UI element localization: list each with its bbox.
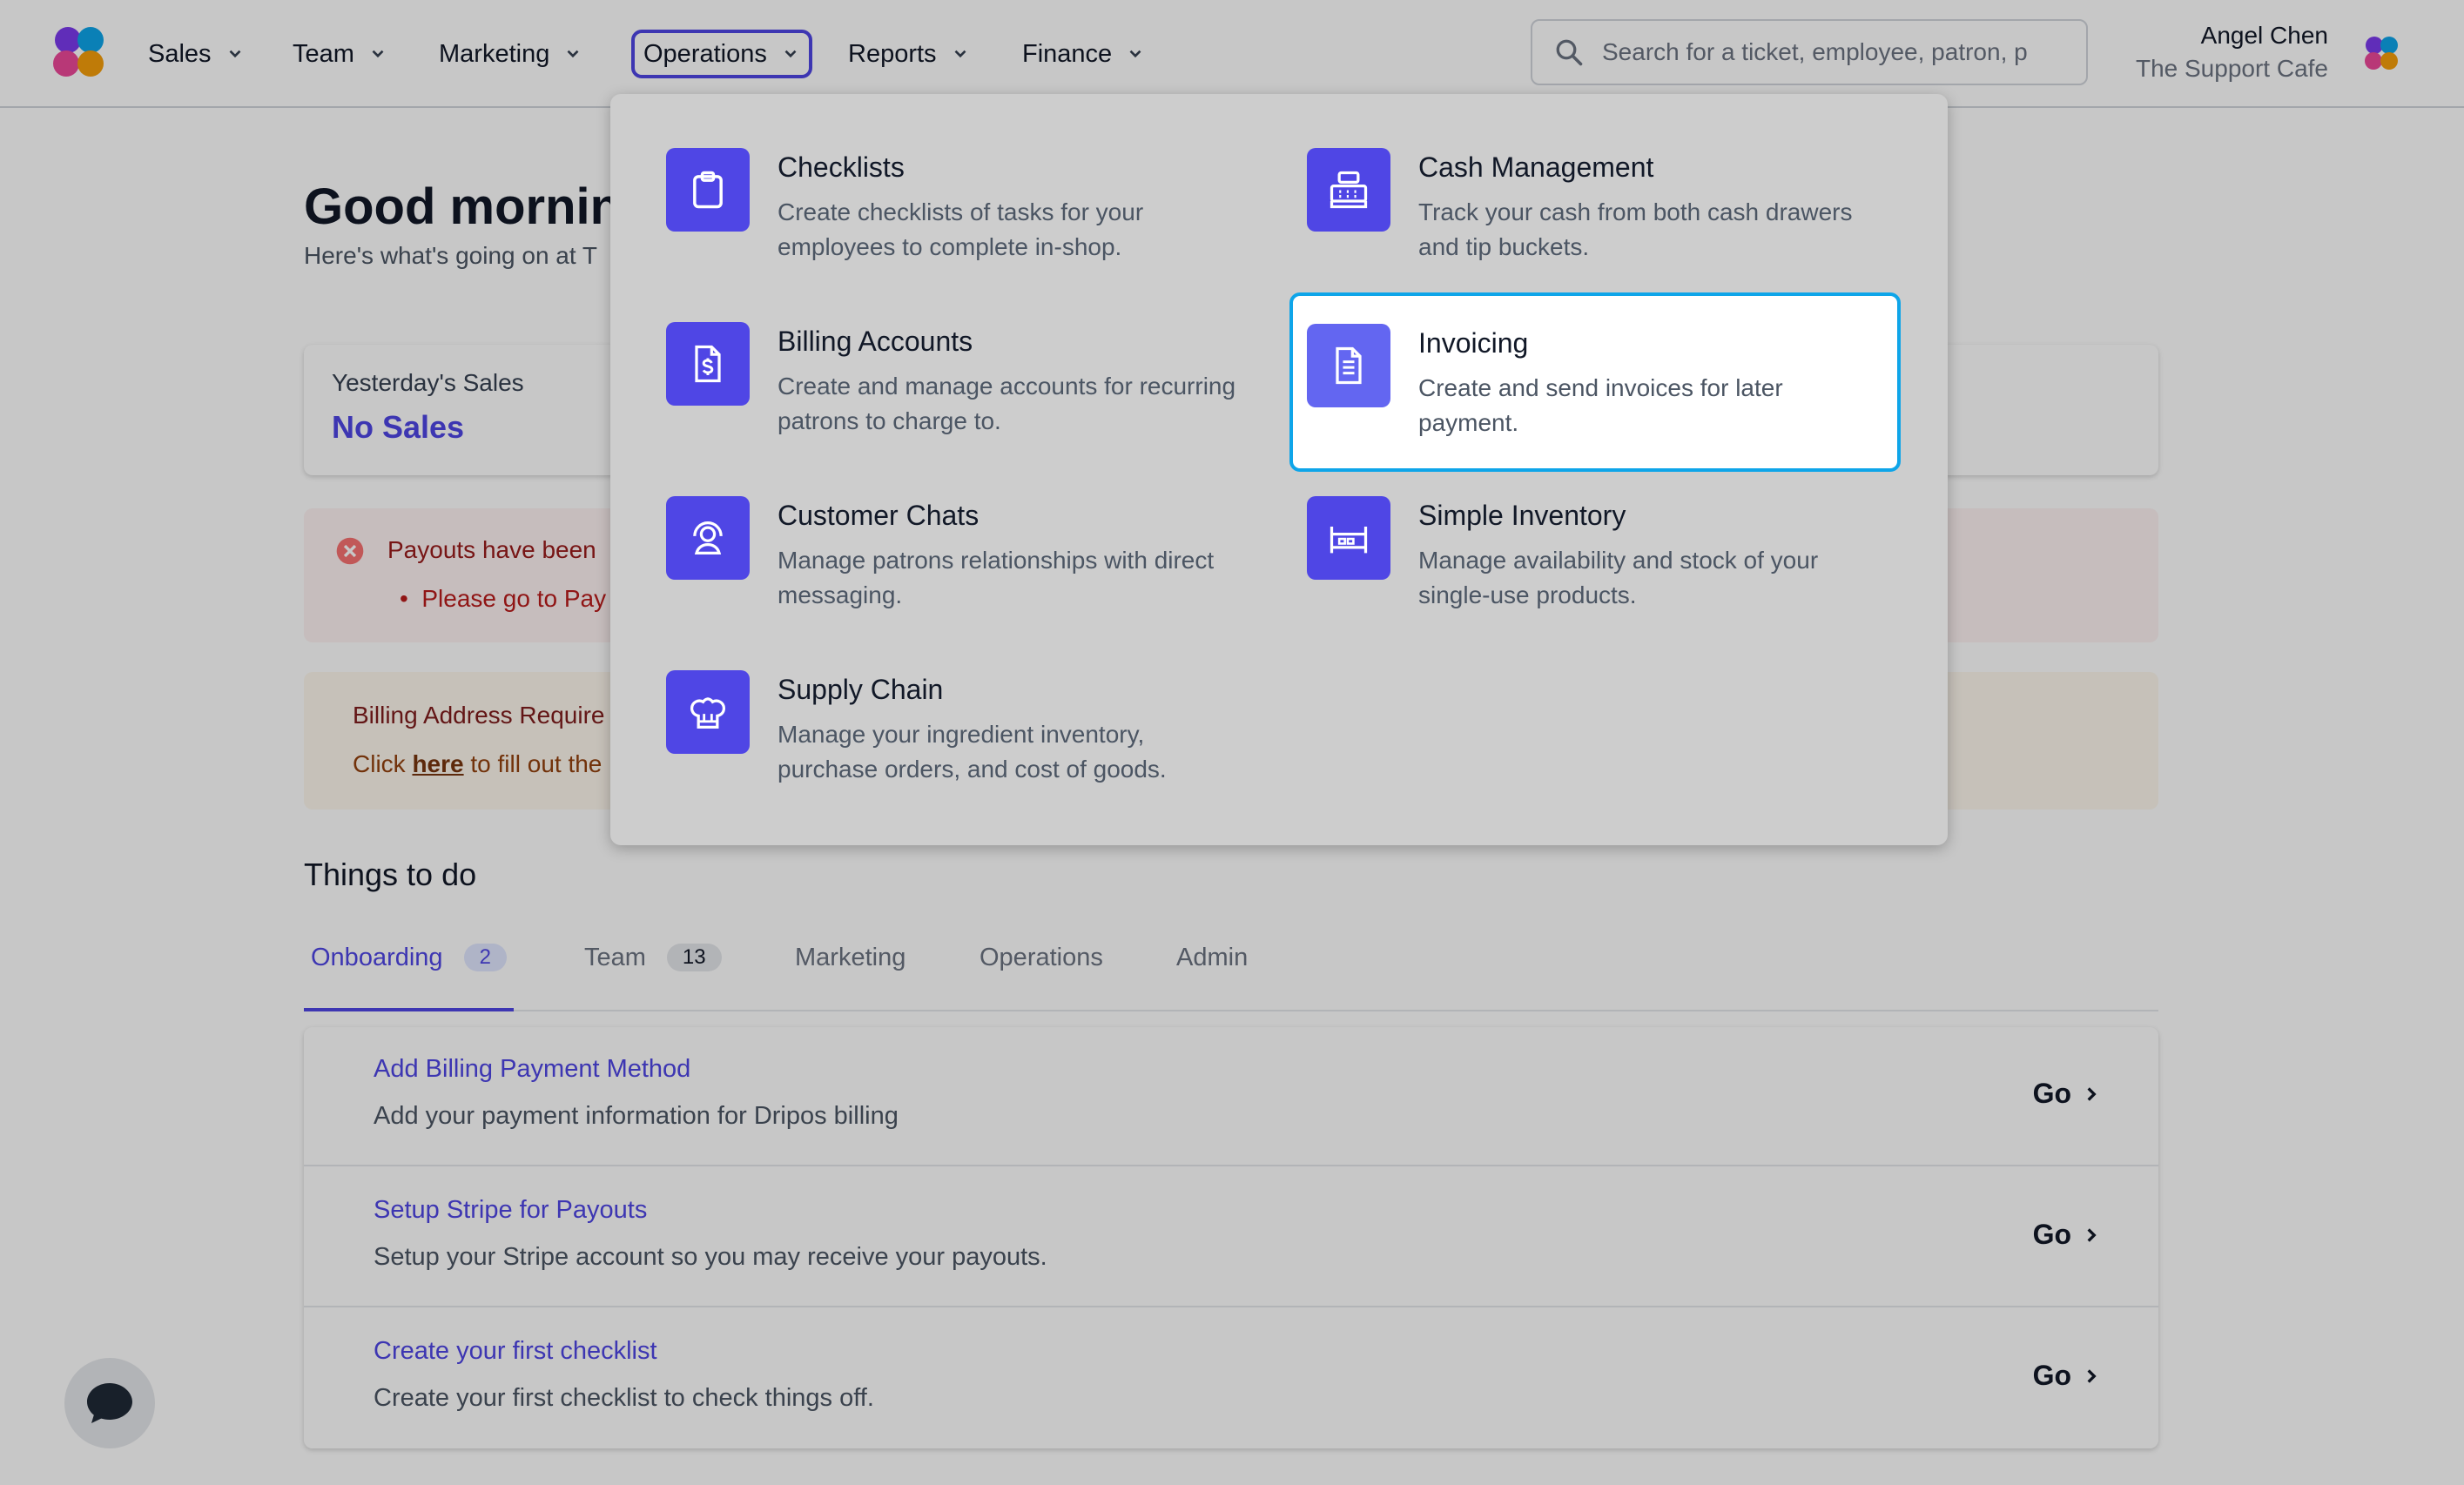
menu-item-description: Track your cash from both cash drawers a… <box>1418 198 1853 260</box>
menu-item-title: Simple Inventory <box>1418 500 1626 531</box>
menu-item-simple-inventory[interactable]: Simple Inventory Manage availability and… <box>1251 442 1878 616</box>
headset-icon <box>693 521 723 554</box>
cash-register-icon <box>1330 171 1368 209</box>
clipboard-icon <box>693 171 723 209</box>
shelf-icon <box>1330 527 1368 554</box>
menu-item-description: Create and send invoices for later payme… <box>1418 374 1783 436</box>
menu-item-description: Create checklists of tasks for your empl… <box>778 198 1144 260</box>
chef-hat-icon <box>690 697 726 729</box>
menu-item-title: Checklists <box>778 151 905 183</box>
menu-item-cash-management[interactable]: Cash Management Track your cash from bot… <box>1251 94 1878 268</box>
menu-item-title: Cash Management <box>1418 151 1654 183</box>
dd-icon-wrap <box>666 322 750 406</box>
dd-icon-wrap <box>666 496 750 580</box>
menu-item-title: Customer Chats <box>778 500 980 531</box>
dd-icon-wrap <box>666 670 750 754</box>
invoice-icon <box>1336 346 1362 385</box>
menu-item-description: Manage availability and stock of your si… <box>1418 547 1819 608</box>
menu-item-title: Billing Accounts <box>778 326 973 357</box>
menu-item-customer-chats[interactable]: Customer Chats Manage patrons relationsh… <box>610 442 1237 616</box>
menu-item-description: Manage your ingredient inventory, purcha… <box>778 721 1167 783</box>
operations-dropdown: Checklists Create checklists of tasks fo… <box>610 94 1948 845</box>
menu-item-title: Invoicing <box>1418 327 1529 359</box>
menu-item-billing-accounts[interactable]: Billing Accounts Create and manage accou… <box>610 268 1237 442</box>
menu-item-supply-chain[interactable]: Supply Chain Manage your ingredient inve… <box>610 616 1237 790</box>
dd-icon-wrap <box>666 148 750 232</box>
menu-item-checklists[interactable]: Checklists Create checklists of tasks fo… <box>610 94 1237 268</box>
menu-item-description: Create and manage accounts for recurring… <box>778 373 1236 434</box>
menu-item-title: Supply Chain <box>778 674 944 705</box>
dd-icon-wrap <box>1307 324 1390 407</box>
dd-icon-wrap <box>1307 148 1390 232</box>
menu-item-description: Manage patrons relationships with direct… <box>778 547 1215 608</box>
dd-icon-wrap <box>1307 496 1390 580</box>
dollar-document-icon <box>695 345 721 383</box>
